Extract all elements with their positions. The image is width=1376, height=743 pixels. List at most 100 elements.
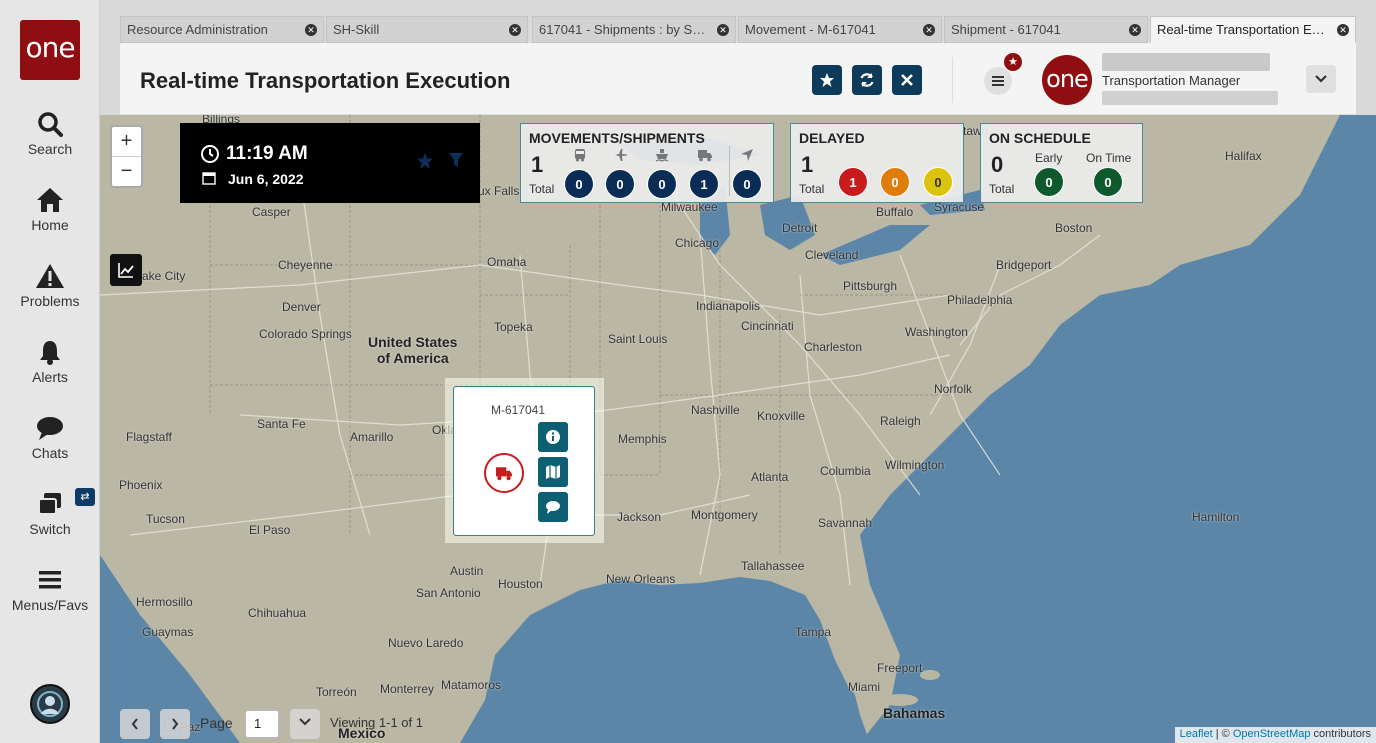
tab-sh-skill[interactable]: SH-Skill ✕ (326, 16, 528, 43)
delay-moderate-badge[interactable]: 0 (880, 167, 910, 197)
movements-panel[interactable]: MOVEMENTS/SHIPMENTS 1 Total 0 0 0 1 0 (520, 123, 774, 203)
page-menu-button[interactable] (984, 67, 1012, 95)
header-divider (952, 57, 953, 103)
map-city-label: Casper (252, 205, 291, 219)
truck-marker-icon[interactable] (484, 453, 524, 493)
prev-page-button[interactable] (120, 709, 150, 739)
search-icon (0, 105, 100, 141)
close-page-button[interactable] (892, 65, 922, 95)
map-city-label: Omaha (487, 255, 527, 269)
tab-shipments[interactable]: 617041 - Shipments : by Ship... ✕ (532, 16, 736, 43)
delay-critical-badge[interactable]: 1 (838, 167, 868, 197)
refresh-button[interactable] (852, 65, 882, 95)
tab-shipment[interactable]: Shipment - 617041 ✕ (944, 16, 1148, 43)
nav-label-switch: Switch (29, 521, 71, 537)
close-tab-icon[interactable]: ✕ (1129, 24, 1141, 36)
map-city-label: Hamilton (1192, 510, 1240, 524)
chevron-left-icon (131, 718, 138, 730)
filter-icon[interactable] (448, 152, 464, 168)
ocean-count-badge[interactable]: 0 (647, 169, 677, 199)
delayed-panel[interactable]: DELAYED 1 Total 1 0 0 (790, 123, 964, 203)
map-city-label: Matamoros (441, 678, 502, 692)
tab-bar: Resource Administration ✕ SH-Skill ✕ 617… (120, 16, 1356, 43)
zoom-in-button[interactable]: + (112, 127, 141, 156)
delayed-total: 1 (801, 152, 814, 177)
tab-label: Shipment - 617041 (951, 22, 1061, 37)
early-count-badge[interactable]: 0 (1034, 167, 1064, 197)
tab-label: SH-Skill (333, 22, 380, 37)
nav-label-problems: Problems (20, 293, 80, 309)
favorites-star-icon[interactable]: ★ (1004, 53, 1022, 71)
profile-avatar[interactable]: one (1042, 55, 1092, 105)
tab-resource-administration[interactable]: Resource Administration ✕ (120, 16, 324, 43)
page-number-input[interactable]: 1 (245, 710, 279, 738)
chevron-down-icon (1315, 75, 1327, 83)
info-button[interactable] (538, 422, 568, 452)
nav-home[interactable]: Home (0, 181, 100, 251)
ontime-count-badge[interactable]: 0 (1093, 167, 1123, 197)
map-city-label: Hermosillo (136, 595, 193, 609)
close-tab-icon[interactable]: ✕ (923, 24, 935, 36)
chat-button[interactable] (538, 492, 568, 522)
nav-search[interactable]: Search (0, 105, 100, 175)
refresh-icon (860, 73, 874, 87)
page-size-dropdown[interactable] (290, 709, 320, 739)
zoom-out-button[interactable]: − (112, 157, 141, 186)
user-role: Transportation Manager (1102, 73, 1241, 88)
tab-movement[interactable]: Movement - M-617041 ✕ (738, 16, 942, 43)
map-city-label: Boston (1055, 221, 1093, 235)
on-schedule-panel[interactable]: ON SCHEDULE 0 Total Early On Time 0 0 (980, 123, 1143, 203)
assistant-avatar[interactable] (30, 684, 70, 724)
time-panel: 11:19 AM Jun 6, 2022 (180, 123, 480, 203)
movement-popup: M-617041 (453, 386, 595, 536)
bus-count-badge[interactable]: 0 (564, 169, 594, 199)
other-count-badge[interactable]: 0 (732, 169, 762, 199)
map-city-label: El Paso (249, 523, 291, 537)
switch-badge-icon[interactable]: ⇄ (75, 488, 95, 506)
close-tab-icon[interactable]: ✕ (305, 24, 317, 36)
ship-icon (655, 149, 669, 162)
chat-icon (546, 501, 560, 514)
attribution-sep: | © (1212, 728, 1233, 740)
user-menu-dropdown[interactable] (1306, 65, 1336, 93)
map-zoom-control: + − (110, 125, 143, 188)
next-page-button[interactable] (160, 709, 190, 739)
total-label: Total (989, 182, 1015, 196)
movement-id: M-617041 (490, 403, 546, 417)
favorite-button[interactable] (812, 65, 842, 95)
osm-link[interactable]: OpenStreetMap (1233, 728, 1311, 740)
truck-count-badge[interactable]: 1 (689, 169, 719, 199)
nav-chats[interactable]: Chats (0, 409, 100, 479)
map-city-label: Tucson (146, 512, 185, 526)
map-city-label: Monterrey (380, 682, 435, 696)
map-city-label: Knoxville (757, 409, 806, 423)
map-city-label: Columbia (820, 464, 871, 478)
tab-label: Real-time Transportation Exe... (1157, 22, 1327, 37)
map-city-label: Topeka (494, 320, 533, 334)
map-route-button[interactable] (538, 457, 568, 487)
map-country-label: United States of America (368, 334, 458, 366)
app-logo[interactable]: one (20, 20, 80, 80)
chart-toggle-button[interactable] (110, 254, 142, 286)
star-icon (820, 73, 834, 87)
close-tab-icon[interactable]: ✕ (717, 24, 729, 36)
close-tab-icon[interactable]: ✕ (1337, 24, 1349, 36)
close-tab-icon[interactable]: ✕ (509, 24, 521, 36)
map-city-label: Miami (848, 680, 880, 694)
nav-problems[interactable]: Problems (0, 257, 100, 327)
info-icon (546, 430, 560, 444)
map-city-label: Torreón (316, 685, 357, 699)
chat-icon (0, 409, 100, 445)
map-region-label: Bahamas (883, 705, 946, 721)
map-city-label: Nuevo Laredo (388, 636, 464, 650)
delay-minor-badge[interactable]: 0 (923, 167, 953, 197)
map-view[interactable]: Billings Casper Cheyenne ake City Denver… (100, 115, 1376, 743)
map-city-label: Saint Louis (608, 332, 668, 346)
nav-menus-favs[interactable]: Menus/Favs (0, 561, 100, 631)
nav-alerts[interactable]: Alerts (0, 333, 100, 403)
star-icon[interactable] (416, 152, 434, 170)
tab-realtime-transportation[interactable]: Real-time Transportation Exe... ✕ (1150, 16, 1356, 43)
page-title: Real-time Transportation Execution (140, 68, 511, 93)
air-count-badge[interactable]: 0 (605, 169, 635, 199)
leaflet-link[interactable]: Leaflet (1180, 728, 1213, 740)
